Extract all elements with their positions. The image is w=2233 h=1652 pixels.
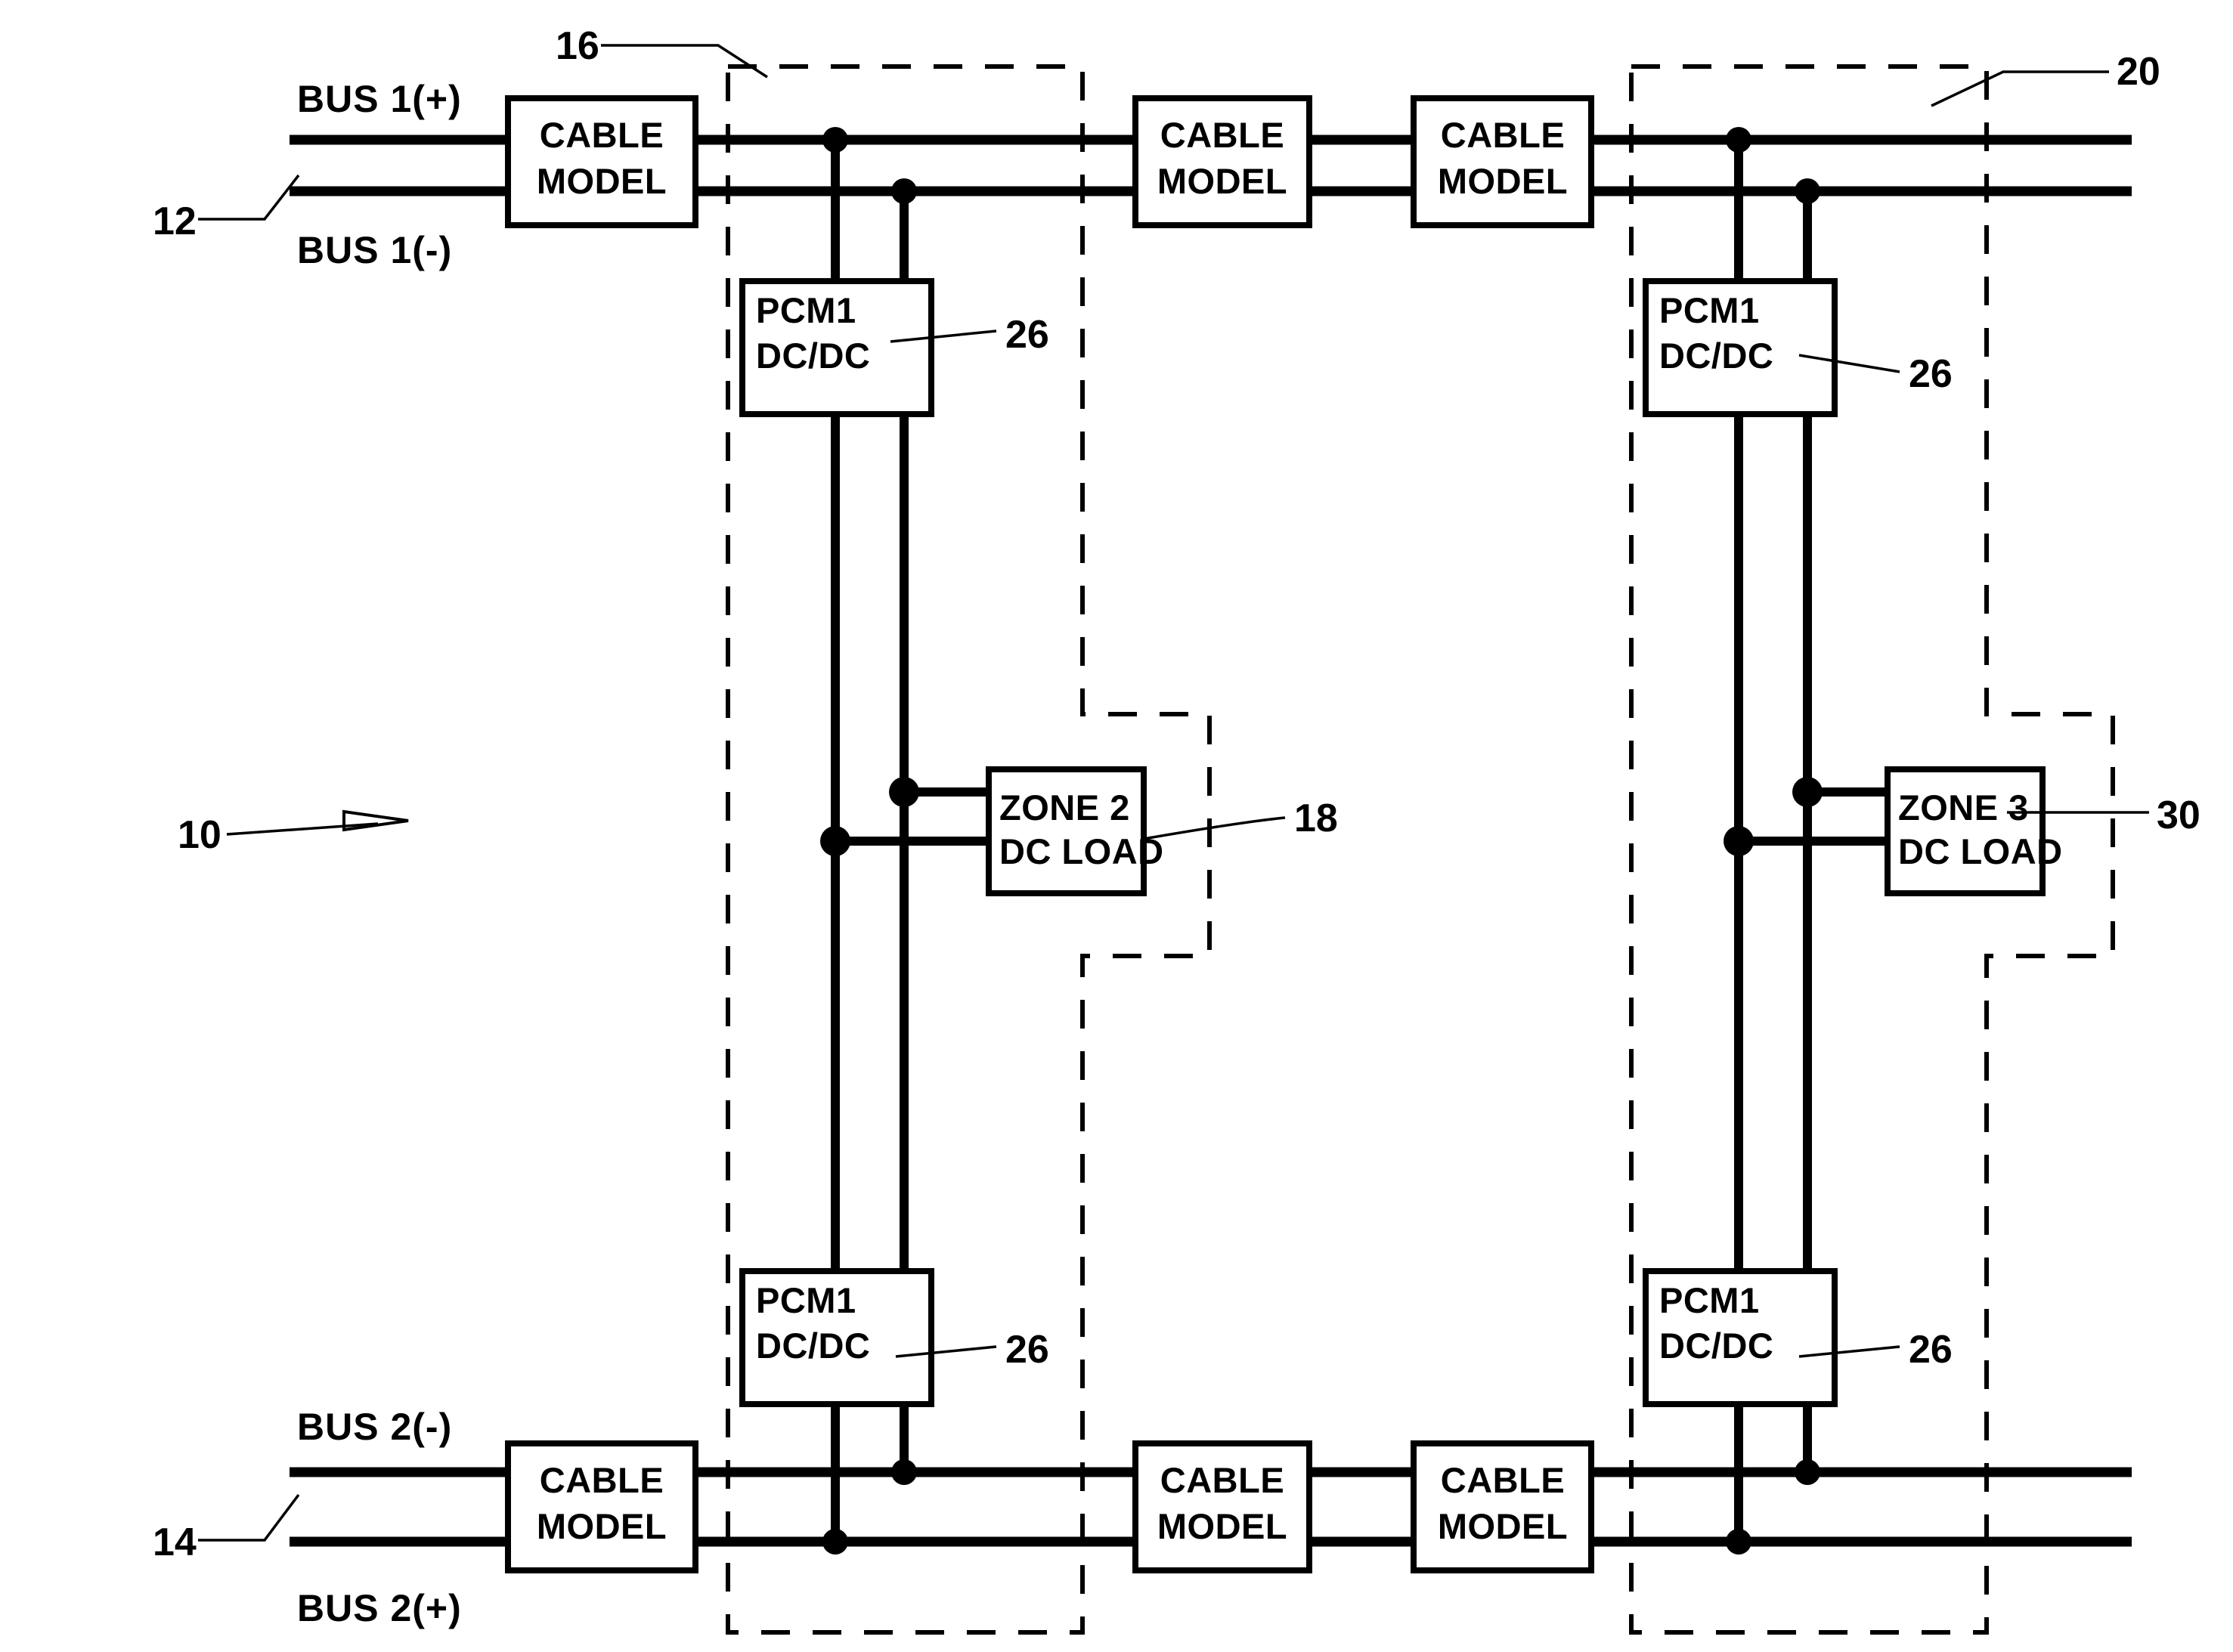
schematic-canvas: CABLE MODEL CABLE MODEL CABLE MODEL CABL… xyxy=(153,24,2200,1635)
pcm-module-block: PCM1 DC/DC 26 xyxy=(739,1268,1049,1407)
reference-numeral: 26 xyxy=(1909,352,1953,396)
pcm-label-line1: PCM1 xyxy=(756,1280,856,1320)
reference-numeral-10: 10 xyxy=(178,813,221,857)
junction-dot xyxy=(1795,178,1820,204)
cable-model-block: CABLE MODEL xyxy=(1411,95,1594,228)
cable-model-label-line1: CABLE xyxy=(1441,1460,1565,1500)
figure-reference-arrow: 10 xyxy=(178,809,409,857)
reference-numeral-12: 12 xyxy=(153,200,197,243)
pcm-module-block: PCM1 DC/DC 26 xyxy=(739,278,1049,417)
junction-dot xyxy=(891,1459,917,1485)
cable-model-block: CABLE MODEL xyxy=(1132,1440,1312,1573)
cable-model-block: CABLE MODEL xyxy=(1411,1440,1594,1573)
cable-model-block: CABLE MODEL xyxy=(505,95,698,228)
junction-dot xyxy=(891,178,917,204)
junction-dot xyxy=(1724,826,1754,856)
cable-model-label-line2: MODEL xyxy=(1157,161,1287,201)
junction-dot xyxy=(822,1529,848,1555)
pcm-label-line1: PCM1 xyxy=(1659,290,1760,330)
cable-model-label-line1: CABLE xyxy=(540,1460,664,1500)
reference-leader-line xyxy=(1143,816,1286,840)
junction-dot xyxy=(1795,1459,1820,1485)
reference-numeral: 30 xyxy=(2157,794,2200,837)
reference-numeral: 18 xyxy=(1294,797,1338,840)
bus2-positive-label: BUS 2(+) xyxy=(297,1587,462,1629)
pcm-label-line1: PCM1 xyxy=(756,290,856,330)
cable-model-label-line2: MODEL xyxy=(537,1506,667,1546)
junction-dot xyxy=(1792,777,1823,807)
reference-numeral: 26 xyxy=(1909,1328,1953,1372)
bus1-negative-label: BUS 1(-) xyxy=(297,229,452,271)
dc-load-block: ZONE 2 DC LOAD 18 xyxy=(986,766,1338,896)
cable-model-label-line1: CABLE xyxy=(1441,115,1565,155)
reference-numeral: 26 xyxy=(1005,1328,1049,1372)
reference-numeral-16: 16 xyxy=(556,24,599,68)
reference-leader-line-12 xyxy=(198,174,300,221)
pcm-label-line2: DC/DC xyxy=(756,1326,870,1366)
cable-model-label-line2: MODEL xyxy=(537,161,667,201)
zone3-load-label-line2: DC LOAD xyxy=(1898,831,2063,871)
cable-model-label-line1: CABLE xyxy=(540,115,664,155)
junction-dot xyxy=(820,826,850,856)
cable-model-block: CABLE MODEL xyxy=(505,1440,698,1573)
reference-numeral: 26 xyxy=(1005,313,1049,357)
bus1-positive-label: BUS 1(+) xyxy=(297,78,462,120)
cable-model-label-line1: CABLE xyxy=(1160,115,1284,155)
cable-model-label-line2: MODEL xyxy=(1438,161,1568,201)
junction-dot xyxy=(822,127,848,153)
zone3-load-label-line1: ZONE 3 xyxy=(1898,787,2029,828)
junction-dot xyxy=(1726,127,1751,153)
bus2-negative-label: BUS 2(-) xyxy=(297,1406,452,1448)
arrowhead-outline xyxy=(342,809,409,832)
reference-leader-line-20 xyxy=(1931,70,2109,107)
zone2-load-label-line1: ZONE 2 xyxy=(999,787,1130,828)
junction-dot xyxy=(889,777,919,807)
reference-numeral-20: 20 xyxy=(2117,50,2160,94)
pcm-label-line2: DC/DC xyxy=(756,336,870,376)
zone2-load-label-line2: DC LOAD xyxy=(999,831,1164,871)
cable-model-label-line2: MODEL xyxy=(1157,1506,1287,1546)
junction-dot xyxy=(1726,1529,1751,1555)
pcm-label-line2: DC/DC xyxy=(1659,336,1773,376)
pcm-module-block: PCM1 DC/DC 26 xyxy=(1643,1268,1953,1407)
cable-model-label-line2: MODEL xyxy=(1438,1506,1568,1546)
pcm-module-block: PCM1 DC/DC 26 xyxy=(1643,278,1953,417)
pcm-label-line1: PCM1 xyxy=(1659,1280,1760,1320)
reference-numeral-14: 14 xyxy=(153,1521,197,1564)
dc-load-block: ZONE 3 DC LOAD 30 xyxy=(1885,766,2200,896)
patent-figure: CABLE MODEL CABLE MODEL CABLE MODEL CABL… xyxy=(0,0,2233,1652)
reference-leader-line-14 xyxy=(198,1493,300,1542)
cable-model-block: CABLE MODEL xyxy=(1132,95,1312,228)
reference-leader-line-16 xyxy=(601,44,768,79)
cable-model-label-line1: CABLE xyxy=(1160,1460,1284,1500)
pcm-label-line2: DC/DC xyxy=(1659,1326,1773,1366)
